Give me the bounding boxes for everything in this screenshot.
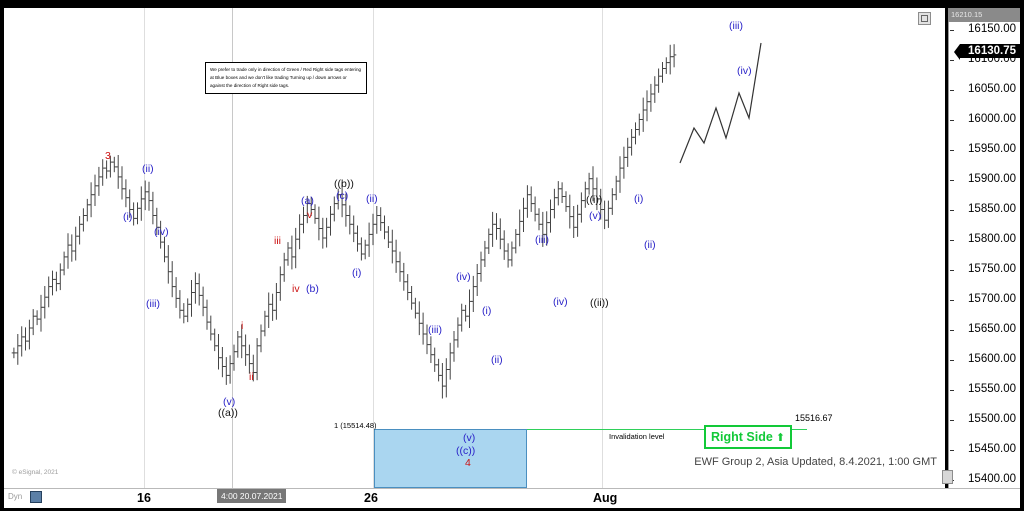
price-tick-label: 15650.00: [968, 323, 1016, 335]
wave-label: (iv): [456, 271, 471, 283]
price-tick-mark: [950, 180, 954, 181]
dyn-label: Dyn: [8, 492, 23, 501]
wave-label: 4: [465, 457, 471, 469]
wave-label: (a): [301, 195, 314, 207]
chart-plot-area[interactable]: We prefer to trade only in direction of …: [4, 8, 945, 488]
price-tick-mark: [950, 420, 954, 421]
chart-window: * $NIFTY_50-NSE, 30 (Dynamic) (delayed 5…: [0, 0, 1024, 511]
invalidation-label: Invalidation level: [609, 432, 665, 441]
price-tick-label: 15700.00: [968, 293, 1016, 305]
wave-label: (ii): [366, 193, 378, 205]
wave-label: (iv): [737, 65, 752, 77]
price-tick-mark: [950, 390, 954, 391]
price-axis[interactable]: 16210.15 16150.00 16100.00 16050.00 16000.0…: [942, 8, 1020, 488]
wave-label: (c): [336, 190, 349, 202]
price-axis-top-value: 16210.15: [948, 8, 1020, 22]
price-axis-line: [948, 8, 949, 488]
wave-label: (iv): [553, 296, 568, 308]
price-tick-label: 15750.00: [968, 263, 1016, 275]
time-tick-label: 16: [137, 491, 151, 505]
price-tick-label: 15400.00: [968, 473, 1016, 485]
price-tick-mark: [950, 240, 954, 241]
wave-label: i: [241, 320, 244, 332]
wave-label: (i): [482, 305, 492, 317]
wave-label: (i): [634, 193, 644, 205]
wave-label: (ii): [142, 163, 154, 175]
price-tick-mark: [950, 60, 954, 61]
price-tick-label: 16050.00: [968, 83, 1016, 95]
wave-label: ((c)): [456, 445, 476, 457]
price-tick-label: 15800.00: [968, 233, 1016, 245]
price-tick-label: 15550.00: [968, 383, 1016, 395]
wave-label: ((i)): [586, 194, 603, 206]
wave-label: (iii): [428, 324, 442, 336]
price-tick-mark: [950, 120, 954, 121]
wave-label: (i): [352, 267, 362, 279]
wave-label: iii: [274, 235, 281, 247]
esignal-copyright: © eSignal, 2021: [12, 469, 59, 476]
wave-label: ((ii)): [590, 297, 609, 309]
trading-rules-note: We prefer to trade only in direction of …: [205, 62, 367, 95]
wave-label: (v): [589, 210, 602, 222]
wave-label: ii: [249, 371, 254, 383]
time-axis-separator: [4, 488, 1020, 489]
price-tick-label: 15500.00: [968, 413, 1016, 425]
box-low-label: 1 (15514.48): [334, 421, 377, 430]
price-tick-label: 15900.00: [968, 173, 1016, 185]
blue-box-zone: [374, 429, 527, 488]
price-tick-label: 16150.00: [968, 23, 1016, 35]
price-tick-mark: [950, 150, 954, 151]
time-tick-label: Aug: [593, 491, 618, 505]
wave-label: (iii): [729, 20, 743, 32]
dyn-icon[interactable]: [30, 491, 42, 503]
wave-label: (b): [306, 283, 319, 295]
price-tick-mark: [950, 30, 954, 31]
wave-label: (ii): [491, 354, 503, 366]
ewf-group-footer: EWF Group 2, Asia Updated, 8.4.2021, 1:0…: [694, 456, 937, 468]
invalidation-price: 15516.67: [795, 413, 833, 423]
projection-path: [679, 42, 762, 164]
wave-label: (iii): [535, 234, 549, 246]
wave-label: 3: [105, 150, 111, 162]
price-tick-label: 15950.00: [968, 143, 1016, 155]
price-tick-label: 15450.00: [968, 443, 1016, 455]
wave-label: (iii): [146, 298, 160, 310]
price-tick-mark: [950, 330, 954, 331]
right-side-label: Right Side: [711, 430, 773, 444]
wave-label: v: [307, 209, 313, 221]
price-tick-label: 15850.00: [968, 203, 1016, 215]
price-tick-label: 15600.00: [968, 353, 1016, 365]
time-tick-label: 26: [364, 491, 378, 505]
wave-label: (ii): [644, 239, 656, 251]
axis-scroll-handle[interactable]: [942, 470, 953, 484]
price-tick-mark: [950, 90, 954, 91]
time-axis[interactable]: Dyn 16 4:00 20.07.2021 26 Aug: [4, 488, 1020, 508]
price-tick-label: 16000.00: [968, 113, 1016, 125]
wave-label: (iv): [154, 226, 169, 238]
wave-label: ((a)): [218, 407, 238, 419]
price-tick-mark: [950, 210, 954, 211]
wave-label: ((b)): [334, 178, 354, 190]
time-cursor-readout: 4:00 20.07.2021: [217, 489, 287, 503]
wave-label: (v): [463, 432, 476, 444]
wave-label: (i): [123, 211, 133, 223]
last-price-tag: 16130.75: [954, 44, 1020, 60]
up-arrow-icon: ⬆: [775, 432, 786, 444]
price-tick-mark: [950, 450, 954, 451]
price-tick-mark: [950, 360, 954, 361]
wave-label: iv: [292, 283, 300, 295]
price-tick-mark: [950, 270, 954, 271]
price-tick-mark: [950, 300, 954, 301]
right-side-badge[interactable]: Right Side ⬆: [704, 425, 793, 449]
